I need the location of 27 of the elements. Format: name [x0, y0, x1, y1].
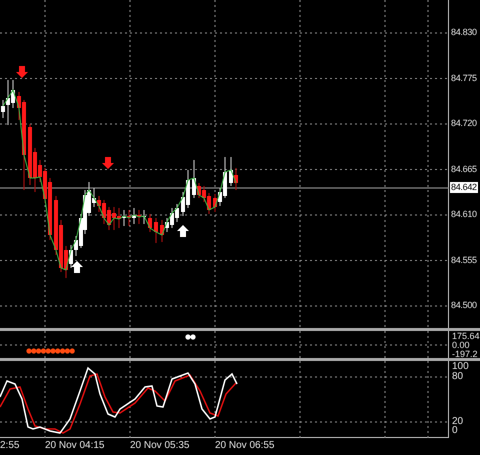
price-label: 84.555 [451, 256, 477, 264]
current-price-label: 84.642 [450, 182, 478, 193]
price-label: 84.775 [451, 74, 477, 82]
up-arrow-icon [71, 261, 83, 273]
price-label: 84.830 [451, 28, 477, 37]
price-label: 84.665 [451, 164, 477, 174]
down-arrow-icon [102, 157, 114, 169]
time-label: 20 Nov 05:35 [130, 441, 190, 452]
time-label: 20 Nov 04:15 [45, 441, 104, 452]
candle [154, 218, 158, 244]
price-label: 84.500 [451, 301, 477, 310]
price-label: 84.610 [451, 210, 477, 219]
stochastic-level-label: 80 [452, 372, 464, 382]
indicator-level-label: -197.2 [452, 350, 479, 360]
time-label: 20 Nov 06:55 [215, 441, 274, 452]
down-arrow-icon [16, 66, 28, 78]
indicator-level-label: 175.64 [452, 332, 480, 342]
stochastic-level-label: 0 [452, 426, 458, 436]
time-label: 2:55 [0, 441, 20, 452]
candle [148, 214, 152, 232]
indicator-level-label: 0.00 [452, 341, 471, 350]
stochastic-level-label: 20 [452, 417, 464, 428]
price-label: 84.720 [451, 119, 477, 128]
dot-row-drawing [185, 334, 196, 340]
up-arrow-icon [177, 225, 189, 237]
dot-row-drawing [26, 348, 75, 354]
stochastic-level-label: 100 [452, 362, 469, 372]
